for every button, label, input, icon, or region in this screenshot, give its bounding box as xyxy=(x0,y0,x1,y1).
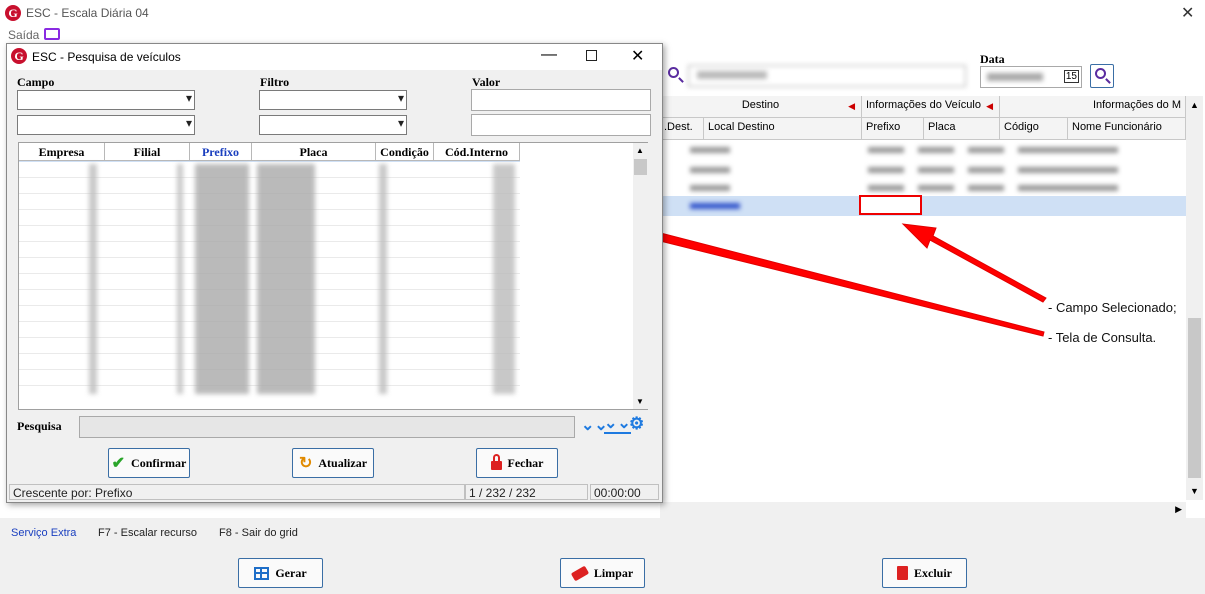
menu-bar: Saída xyxy=(0,26,1205,44)
dialog-close-icon[interactable]: ✕ xyxy=(631,46,644,66)
status-count: 1 / 232 / 232 xyxy=(465,484,588,500)
app-logo-icon: G xyxy=(5,5,21,21)
move-last-icon[interactable]: ⌄⌄ xyxy=(604,416,631,434)
results-vertical-scrollbar[interactable]: ▲ ▼ xyxy=(633,143,648,409)
excluir-button[interactable]: Excluir xyxy=(882,558,967,588)
pesquisa-input[interactable] xyxy=(79,416,575,438)
confirmar-label: Confirmar xyxy=(131,455,187,470)
valor-input-1[interactable] xyxy=(471,89,651,111)
checkmark-icon: ✔ xyxy=(111,455,126,472)
col-condicao[interactable]: Condição xyxy=(376,143,434,161)
limpar-label: Limpar xyxy=(593,565,634,580)
shortcut-servico-extra[interactable]: Serviço Extra xyxy=(11,527,76,539)
vehicle-search-dialog: G ESC - Pesquisa de veículos — ✕ Campo F… xyxy=(6,43,663,503)
status-time: 00:00:00 xyxy=(590,484,659,500)
arrow-to-field xyxy=(901,223,1047,303)
trash-icon xyxy=(897,566,908,580)
dialog-title: ESC - Pesquisa de veículos xyxy=(32,50,181,64)
pesquisa-label: Pesquisa xyxy=(17,419,62,433)
valor-input-2[interactable] xyxy=(471,114,651,136)
lock-icon xyxy=(490,454,502,470)
col-cod-interno[interactable]: Cód.Interno xyxy=(434,143,520,161)
minimize-icon[interactable]: — xyxy=(541,46,557,64)
col-filial[interactable]: Filial xyxy=(105,143,190,161)
monitor-icon[interactable] xyxy=(44,28,60,40)
fechar-button[interactable]: Fechar xyxy=(476,448,558,478)
dialog-title-bar: G ESC - Pesquisa de veículos — ✕ xyxy=(7,44,662,70)
atualizar-button[interactable]: ↻ Atualizar xyxy=(292,448,374,478)
atualizar-label: Atualizar xyxy=(318,455,368,470)
status-sort: Crescente por: Prefixo xyxy=(9,484,465,500)
results-rows[interactable] xyxy=(19,162,520,394)
arrow-to-dialog xyxy=(613,221,1045,337)
filtro-select-2[interactable] xyxy=(259,115,407,135)
results-table[interactable]: Empresa Filial Prefixo Placa Condição Có… xyxy=(18,142,648,410)
shortcut-f8: F8 - Sair do grid xyxy=(219,527,298,539)
main-close-icon[interactable]: ✕ xyxy=(1181,3,1194,23)
refresh-icon: ↻ xyxy=(298,455,313,472)
campo-select-2[interactable] xyxy=(17,115,195,135)
fechar-label: Fechar xyxy=(507,455,544,470)
gerar-button[interactable]: Gerar xyxy=(238,558,323,588)
gear-icon[interactable]: ⚙ xyxy=(629,415,644,432)
campo-label: Campo xyxy=(17,75,55,89)
main-window-title: ESC - Escala Diária 04 xyxy=(26,6,149,20)
valor-label: Valor xyxy=(472,75,501,89)
gerar-label: Gerar xyxy=(275,565,307,580)
filtro-label: Filtro xyxy=(260,75,290,89)
filtro-select-1[interactable] xyxy=(259,90,407,110)
limpar-button[interactable]: Limpar xyxy=(560,558,645,588)
col-prefixo[interactable]: Prefixo xyxy=(190,143,252,161)
shortcut-f7: F7 - Escalar recurso xyxy=(98,527,198,539)
menu-saida[interactable]: Saída xyxy=(8,28,39,42)
campo-select-1[interactable] xyxy=(17,90,195,110)
confirmar-button[interactable]: ✔ Confirmar xyxy=(108,448,190,478)
excluir-label: Excluir xyxy=(914,565,952,580)
eraser-icon xyxy=(570,565,590,581)
footer: Serviço Extra F7 - Escalar recurso F8 - … xyxy=(0,518,1205,594)
main-title-bar: G ESC - Escala Diária 04 ✕ xyxy=(0,0,1205,26)
app-logo-icon: G xyxy=(11,48,27,64)
table-icon xyxy=(254,566,270,580)
col-placa[interactable]: Placa xyxy=(252,143,376,161)
col-empresa[interactable]: Empresa xyxy=(19,143,105,161)
maximize-icon[interactable] xyxy=(586,50,597,61)
